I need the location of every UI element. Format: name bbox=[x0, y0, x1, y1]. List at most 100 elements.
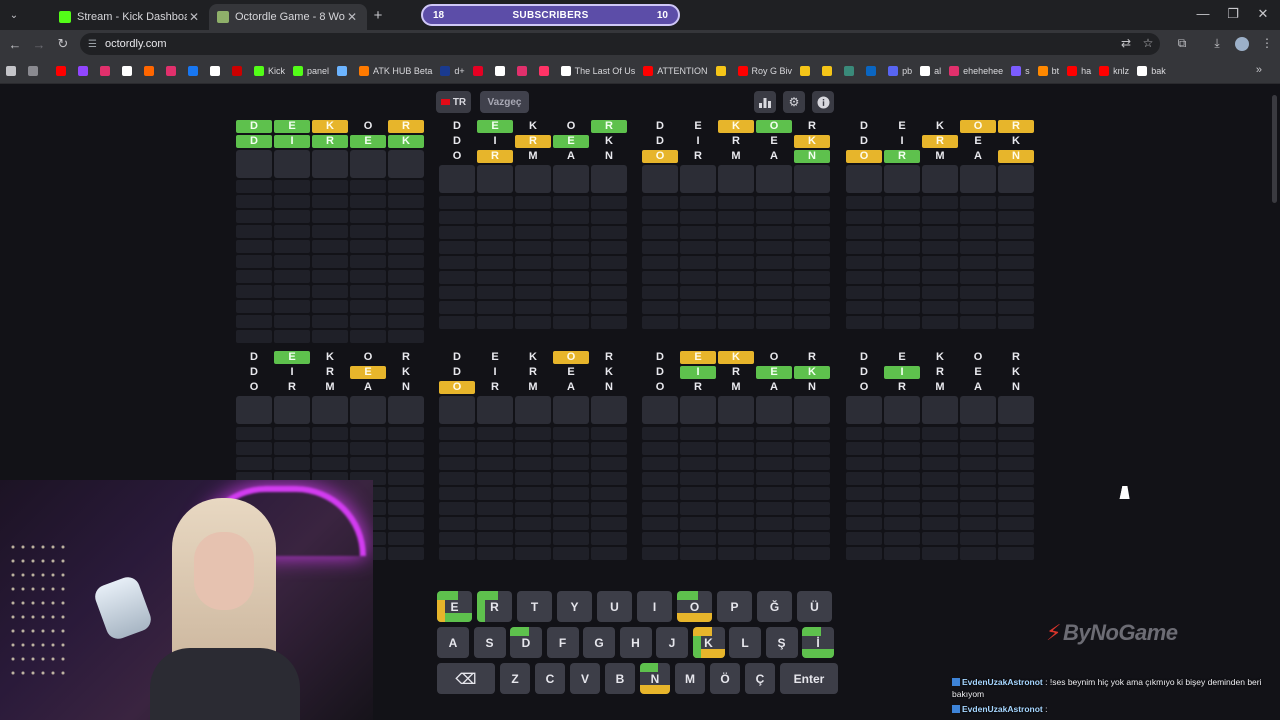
bookmark-item[interactable] bbox=[715, 65, 730, 76]
bookmark-item[interactable] bbox=[337, 65, 351, 76]
address-bar[interactable]: ☰ octordly.com bbox=[80, 33, 1160, 55]
reload-icon[interactable]: ↻ bbox=[51, 36, 75, 52]
bookmark-item[interactable]: knlz bbox=[1099, 65, 1129, 76]
key-İ[interactable]: İ bbox=[802, 627, 834, 658]
bookmark-item[interactable]: ATTENTION bbox=[643, 65, 708, 76]
key-L[interactable]: L bbox=[729, 627, 761, 658]
bookmark-item[interactable] bbox=[56, 65, 70, 76]
forward-icon[interactable]: → bbox=[27, 37, 51, 52]
tab-search-icon[interactable]: ⌄ bbox=[3, 4, 25, 26]
guess-row: ORMAN bbox=[439, 150, 627, 163]
restore-icon[interactable]: ❐ bbox=[1218, 6, 1248, 22]
close-tab-icon[interactable]: ✕ bbox=[187, 10, 201, 24]
bookmark-item[interactable] bbox=[822, 65, 836, 76]
bookmark-item[interactable]: panel bbox=[293, 65, 329, 76]
bookmark-item[interactable] bbox=[188, 65, 202, 76]
tab-octordle[interactable]: Octordle Game - 8 Words Wor ✕ bbox=[209, 4, 367, 30]
grid-icon[interactable] bbox=[28, 65, 42, 76]
key-E[interactable]: E bbox=[437, 591, 472, 622]
key-Ğ[interactable]: Ğ bbox=[757, 591, 792, 622]
key-Ş[interactable]: Ş bbox=[765, 627, 798, 658]
close-tab-icon[interactable]: ✕ bbox=[345, 10, 359, 24]
bookmark-item[interactable] bbox=[538, 65, 553, 76]
bookmark-item[interactable]: ha bbox=[1067, 65, 1091, 76]
bookmark-item[interactable]: The Last Of Us bbox=[560, 65, 635, 76]
bookmarks-overflow-icon[interactable]: » bbox=[1256, 64, 1262, 76]
info-icon[interactable] bbox=[812, 91, 834, 113]
bookmark-item[interactable] bbox=[494, 65, 509, 76]
back-icon[interactable]: ← bbox=[3, 37, 27, 52]
key-Ü[interactable]: Ü bbox=[797, 591, 832, 622]
bookmark-item[interactable] bbox=[516, 65, 531, 76]
key-R[interactable]: R bbox=[477, 591, 512, 622]
new-tab-button[interactable]: + bbox=[367, 7, 389, 24]
key-H[interactable]: H bbox=[619, 627, 652, 658]
translate-icon[interactable]: ⇄ bbox=[1116, 36, 1136, 50]
bookmark-item[interactable] bbox=[800, 65, 814, 76]
bookmark-item[interactable]: bt bbox=[1037, 65, 1059, 76]
key-J[interactable]: J bbox=[656, 627, 688, 658]
key-U[interactable]: U bbox=[597, 591, 632, 622]
bookmark-item[interactable]: d+ bbox=[440, 65, 465, 76]
key-Y[interactable]: Y bbox=[557, 591, 592, 622]
bookmark-item[interactable]: s bbox=[1011, 65, 1030, 76]
extensions-icon[interactable]: ⧉ bbox=[1172, 36, 1192, 51]
bookmark-item[interactable] bbox=[844, 65, 858, 76]
key-Ç[interactable]: Ç bbox=[745, 663, 775, 694]
bookmark-item[interactable]: ATK HUB Beta bbox=[359, 65, 432, 76]
site-info-icon[interactable]: ☰ bbox=[88, 39, 97, 50]
key-I[interactable]: I bbox=[637, 591, 672, 622]
key-F[interactable]: F bbox=[546, 627, 579, 658]
bookmark-item[interactable]: ehehehee bbox=[949, 65, 1003, 76]
empty-tile bbox=[439, 502, 475, 515]
apps-icon[interactable] bbox=[6, 65, 20, 76]
scrollbar-thumb[interactable] bbox=[1272, 95, 1277, 203]
stats-icon[interactable] bbox=[754, 91, 776, 113]
key-G[interactable]: G bbox=[583, 627, 615, 658]
key-D[interactable]: D bbox=[510, 627, 542, 658]
minimize-icon[interactable]: — bbox=[1188, 6, 1218, 21]
bookmark-item[interactable] bbox=[78, 65, 92, 76]
bookmark-item[interactable]: bak bbox=[1137, 65, 1166, 76]
bookmark-item[interactable]: pb bbox=[888, 65, 912, 76]
bookmark-item[interactable] bbox=[122, 65, 136, 76]
menu-icon[interactable]: ⋮ bbox=[1257, 36, 1277, 50]
language-button[interactable]: TR bbox=[436, 91, 471, 113]
backspace-key[interactable]: ⌫ bbox=[437, 663, 495, 694]
key-C[interactable]: C bbox=[535, 663, 565, 694]
key-K[interactable]: K bbox=[692, 627, 725, 658]
bookmark-item[interactable] bbox=[472, 65, 487, 76]
key-P[interactable]: P bbox=[717, 591, 752, 622]
bookmark-item[interactable] bbox=[232, 65, 246, 76]
settings-icon[interactable]: ⚙ bbox=[783, 91, 805, 113]
empty-tile bbox=[846, 316, 882, 329]
enter-key[interactable]: Enter bbox=[780, 663, 838, 694]
bookmark-star-icon[interactable]: ☆ bbox=[1138, 36, 1158, 50]
key-N[interactable]: N bbox=[640, 663, 670, 694]
bookmark-item[interactable]: al bbox=[920, 65, 941, 76]
bookmark-item[interactable] bbox=[144, 65, 158, 76]
bookmark-item[interactable]: Kick bbox=[254, 65, 285, 76]
key-O[interactable]: O bbox=[677, 591, 712, 622]
key-S[interactable]: S bbox=[473, 627, 506, 658]
key-V[interactable]: V bbox=[570, 663, 600, 694]
bookmark-item[interactable] bbox=[866, 65, 880, 76]
page-scrollbar[interactable] bbox=[1271, 85, 1278, 720]
profile-avatar[interactable] bbox=[1235, 37, 1249, 51]
tab-kick-dashboard[interactable]: Stream - Kick Dashboard ✕ bbox=[51, 4, 209, 30]
key-T[interactable]: T bbox=[517, 591, 552, 622]
bookmark-item[interactable] bbox=[166, 65, 180, 76]
bookmark-item[interactable]: Roy G Biv bbox=[737, 65, 792, 76]
key-Ö[interactable]: Ö bbox=[710, 663, 740, 694]
key-Z[interactable]: Z bbox=[500, 663, 530, 694]
give-up-button[interactable]: Vazgeç bbox=[480, 91, 529, 113]
bookmark-item[interactable] bbox=[100, 65, 114, 76]
close-window-icon[interactable]: ✕ bbox=[1248, 6, 1278, 22]
key-M[interactable]: M bbox=[675, 663, 705, 694]
download-icon[interactable]: ⤓ bbox=[1207, 36, 1227, 51]
key-B[interactable]: B bbox=[605, 663, 635, 694]
key-A[interactable]: A bbox=[437, 627, 469, 658]
bookmark-item[interactable] bbox=[210, 65, 224, 76]
empty-tile bbox=[236, 255, 272, 268]
empty-tile bbox=[960, 241, 996, 254]
